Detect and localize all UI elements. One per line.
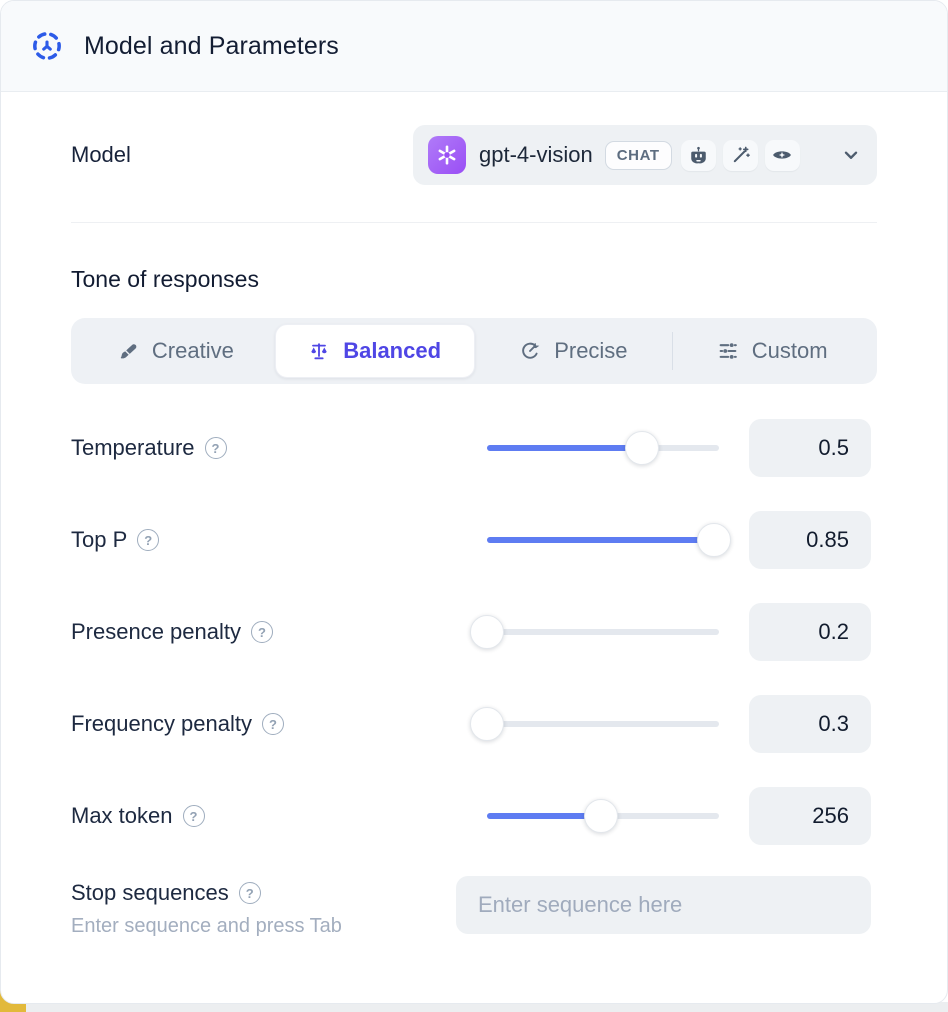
stop-sequences-helper: Enter sequence and press Tab <box>71 915 456 938</box>
balance-scale-icon <box>308 340 330 362</box>
section-divider <box>71 222 877 223</box>
model-label: Model <box>71 142 131 168</box>
tab-precise[interactable]: Precise <box>475 324 673 378</box>
help-icon[interactable]: ? <box>262 713 284 735</box>
tab-balanced[interactable]: Balanced <box>275 324 475 378</box>
help-icon[interactable]: ? <box>137 529 159 551</box>
param-label: Max token <box>71 803 173 829</box>
tab-label: Precise <box>554 338 627 364</box>
tab-custom[interactable]: Custom <box>673 324 871 378</box>
param-label: Presence penalty <box>71 619 241 645</box>
param-label: Frequency penalty <box>71 711 252 737</box>
slider-fill <box>487 445 642 451</box>
help-icon[interactable]: ? <box>183 805 205 827</box>
param-row-max-token: Max token ? 256 <box>71 786 877 846</box>
model-parameters-panel: Model and Parameters Model <box>0 0 948 1004</box>
slider-knob[interactable] <box>584 799 618 833</box>
top-p-value[interactable]: 0.85 <box>749 511 871 569</box>
tab-label: Custom <box>752 338 828 364</box>
tone-heading: Tone of responses <box>71 266 877 293</box>
param-label: Temperature <box>71 435 195 461</box>
param-row-presence-penalty: Presence penalty ? 0.2 <box>71 602 877 662</box>
tab-label: Creative <box>152 338 234 364</box>
slider-knob[interactable] <box>470 615 504 649</box>
robot-icon <box>681 140 716 171</box>
slider-track <box>487 721 719 727</box>
slider-knob[interactable] <box>625 431 659 465</box>
frequency-penalty-slider[interactable] <box>487 707 719 741</box>
slider-track <box>487 629 719 635</box>
param-row-frequency-penalty: Frequency penalty ? 0.3 <box>71 694 877 754</box>
chevron-down-icon <box>840 144 862 166</box>
help-icon[interactable]: ? <box>251 621 273 643</box>
paintbrush-icon <box>118 341 139 362</box>
param-row-top-p: Top P ? 0.85 <box>71 510 877 570</box>
slider-knob[interactable] <box>470 707 504 741</box>
tab-creative[interactable]: Creative <box>77 324 275 378</box>
model-row: Model gpt-4-vis <box>71 125 877 185</box>
selected-model-name: gpt-4-vision <box>479 142 593 168</box>
max-token-slider[interactable] <box>487 799 719 833</box>
magic-wand-icon <box>723 140 758 171</box>
sliders-icon <box>717 340 739 362</box>
openai-logo-icon <box>428 136 466 174</box>
slider-fill <box>487 537 714 543</box>
presence-penalty-slider[interactable] <box>487 615 719 649</box>
model-hub-icon <box>29 28 65 64</box>
stop-sequences-label: Stop sequences <box>71 880 229 906</box>
capability-chips <box>681 140 800 171</box>
tone-tab-bar: Creative Balanced <box>71 318 877 384</box>
stop-sequences-row: Stop sequences ? Enter sequence and pres… <box>71 876 877 938</box>
target-goal-icon <box>519 340 541 362</box>
temperature-value[interactable]: 0.5 <box>749 419 871 477</box>
help-icon[interactable]: ? <box>239 882 261 904</box>
model-type-badge: CHAT <box>605 141 672 170</box>
tab-label: Balanced <box>343 338 441 364</box>
presence-penalty-value[interactable]: 0.2 <box>749 603 871 661</box>
param-label: Top P <box>71 527 127 553</box>
slider-knob[interactable] <box>697 523 731 557</box>
help-icon[interactable]: ? <box>205 437 227 459</box>
model-select-dropdown[interactable]: gpt-4-vision CHAT <box>413 125 877 185</box>
param-row-temperature: Temperature ? 0.5 <box>71 418 877 478</box>
panel-header: Model and Parameters <box>1 1 947 92</box>
page-title: Model and Parameters <box>84 32 339 61</box>
temperature-slider[interactable] <box>487 431 719 465</box>
frequency-penalty-value[interactable]: 0.3 <box>749 695 871 753</box>
max-token-value[interactable]: 256 <box>749 787 871 845</box>
stop-sequence-input[interactable] <box>456 876 871 934</box>
top-p-slider[interactable] <box>487 523 719 557</box>
vision-eye-icon <box>765 140 800 171</box>
